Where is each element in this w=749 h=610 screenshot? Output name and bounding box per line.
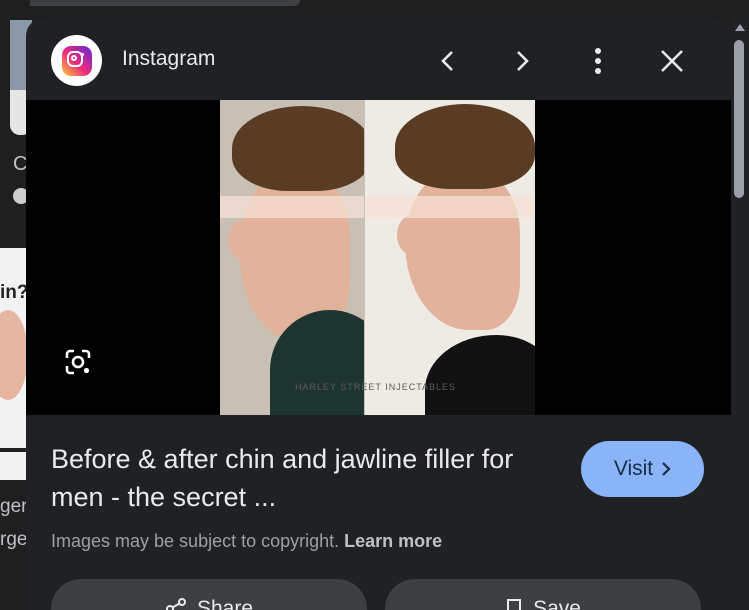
close-button[interactable] xyxy=(654,43,690,79)
scrollbar-thumb[interactable] xyxy=(734,40,744,198)
image-watermark: HARLEY STREET INJECTABLES xyxy=(295,382,457,392)
image-preview-panel: Instagram HARLEY STREET INJECTABLES Befo… xyxy=(26,18,731,610)
share-icon xyxy=(165,598,186,610)
google-lens-button[interactable] xyxy=(62,346,94,378)
learn-more-link[interactable]: Learn more xyxy=(344,531,442,551)
background-thumbnail[interactable]: in? xyxy=(0,248,28,480)
share-button[interactable]: Share xyxy=(51,579,367,610)
share-button-label: Share xyxy=(196,597,254,610)
scroll-up-arrow-icon[interactable] xyxy=(735,24,745,31)
next-button[interactable] xyxy=(504,43,540,79)
result-title[interactable]: Before & after chin and jawline filler f… xyxy=(51,440,561,516)
vertical-scrollbar[interactable] xyxy=(731,18,749,610)
before-photo xyxy=(220,100,364,415)
more-vert-icon xyxy=(595,48,601,74)
bookmark-icon xyxy=(507,599,522,610)
background-top-bar xyxy=(0,0,300,6)
panel-header: Instagram xyxy=(26,18,731,100)
chevron-left-icon xyxy=(441,51,453,71)
preview-image[interactable]: HARLEY STREET INJECTABLES xyxy=(220,100,535,415)
source-name[interactable]: Instagram xyxy=(122,47,215,71)
after-photo xyxy=(365,100,535,415)
save-button-label: Save xyxy=(533,597,581,610)
chevron-right-icon xyxy=(517,51,529,71)
background-result-text: ger xyxy=(0,496,28,517)
background-thumbnail-text: in? xyxy=(0,282,28,303)
background-divider xyxy=(0,448,28,452)
copyright-text: Images may be subject to copyright. xyxy=(51,531,340,551)
chevron-right-icon xyxy=(662,462,671,476)
previous-button[interactable] xyxy=(430,43,466,79)
instagram-logo-icon[interactable] xyxy=(51,35,102,86)
google-lens-icon xyxy=(65,349,91,375)
more-options-button[interactable] xyxy=(580,43,616,79)
copyright-notice: Images may be subject to copyright. Lear… xyxy=(51,531,442,552)
save-button[interactable]: Save xyxy=(385,579,701,610)
visit-button[interactable]: Visit xyxy=(581,441,704,497)
background-face-image xyxy=(0,310,28,400)
visit-button-label: Visit xyxy=(613,457,654,480)
close-icon xyxy=(661,50,683,72)
background-result-text: rge xyxy=(0,529,28,550)
image-viewer[interactable]: HARLEY STREET INJECTABLES xyxy=(26,100,731,415)
